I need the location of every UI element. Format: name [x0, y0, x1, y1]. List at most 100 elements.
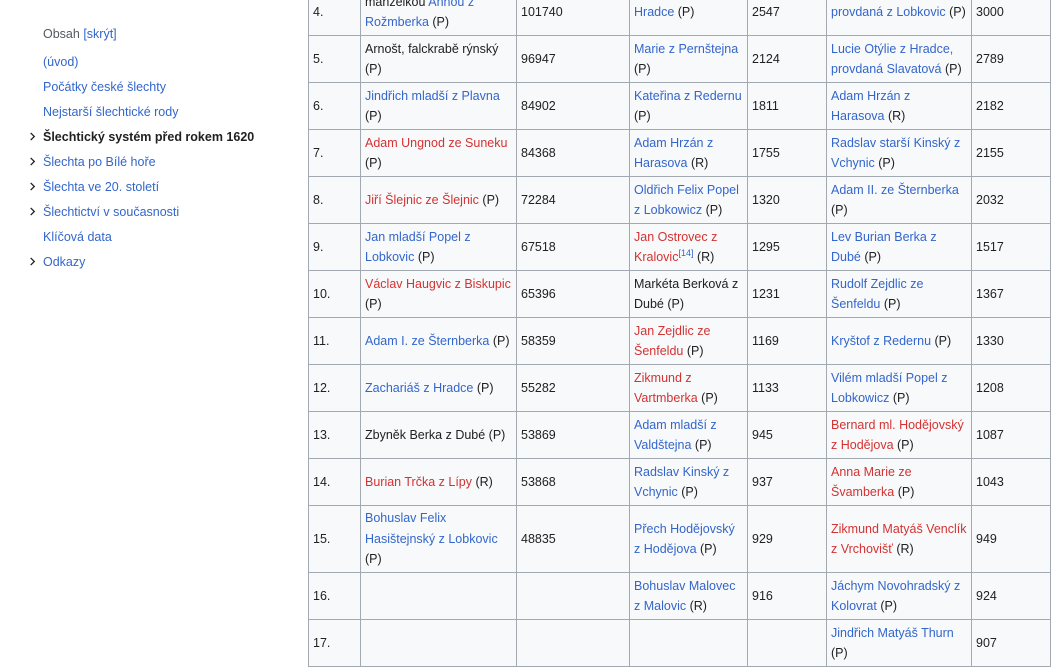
value-cell: 2547: [747, 0, 827, 36]
person-link[interactable]: Bohuslav Malovec z Malovic: [634, 579, 735, 614]
name-text: (P): [674, 4, 695, 19]
rank-cell: 9.: [308, 223, 361, 271]
person-link[interactable]: Jindřich Matyáš Thurn: [831, 626, 954, 640]
name-cell: Rudolf Zejdlic ze Šenfeldu (P): [826, 270, 972, 318]
person-link[interactable]: Oldřich Felix Popel z Lobkowicz: [634, 183, 739, 218]
rank-cell: 5.: [308, 35, 361, 83]
name-text: Zbyněk Berka z Dubé (P): [365, 427, 506, 442]
person-link[interactable]: Marie z Pernštejna: [634, 42, 738, 56]
name-text: (P): [931, 333, 952, 348]
person-link[interactable]: Zikmund z Vartmberka: [634, 371, 698, 406]
person-link[interactable]: Lev Burian Berka z Dubé: [831, 230, 937, 265]
chevron-right-icon[interactable]: [28, 157, 37, 166]
value-cell: 929: [747, 505, 827, 573]
person-link[interactable]: Radslav starší Kinský z Vchynic: [831, 136, 960, 171]
name-cell: Zbyněk Berka z Dubé (P): [360, 411, 517, 459]
person-link[interactable]: Bohuslav Felix Hasištejnský z Lobkovic: [365, 511, 498, 546]
toc-item[interactable]: Počátky české šlechty: [28, 79, 268, 95]
person-link[interactable]: Jindřich mladší z Plavna: [365, 89, 500, 103]
toc-item-label: Šlechta po Bílé hoře: [43, 155, 156, 169]
name-text: (P): [489, 333, 510, 348]
value-cell: 1330: [971, 317, 1051, 365]
person-link[interactable]: Adam I. ze Šternberka: [365, 334, 489, 348]
name-text: (R): [686, 599, 707, 613]
value-cell: [516, 619, 630, 667]
name-text: (P): [634, 62, 651, 76]
name-cell: Jindřich mladší z Plavna (P): [360, 82, 517, 130]
name-cell: [360, 619, 517, 667]
name-cell: provdaná z Lobkovic (P): [826, 0, 972, 36]
name-text: (P): [876, 599, 897, 613]
person-link[interactable]: Adam Ungnod ze Suneku: [365, 136, 507, 150]
chevron-right-icon[interactable]: [28, 182, 37, 191]
toc-item-label: Šlechtictví v současnosti: [43, 205, 180, 219]
toc-item-label: Klíčová data: [43, 230, 112, 244]
toc-item[interactable]: Odkazy: [28, 254, 268, 270]
toc-item[interactable]: Klíčová data: [28, 229, 268, 245]
toc-item[interactable]: Šlechta ve 20. století: [28, 179, 268, 195]
chevron-right-icon[interactable]: [28, 132, 37, 141]
toc-item[interactable]: Šlechtický systém před rokem 1620: [28, 129, 268, 145]
toc-item[interactable]: (úvod): [28, 54, 268, 70]
toc-item[interactable]: Šlechtictví v současnosti: [28, 204, 268, 220]
rank-cell: 14.: [308, 458, 361, 506]
name-cell: Oldřich Felix Popel z Lobkowicz (P): [629, 176, 748, 224]
name-cell: Kateřina z Redernu (P): [629, 82, 748, 130]
rank-cell: 11.: [308, 317, 361, 365]
value-cell: 67518: [516, 223, 630, 271]
name-text: (P): [889, 391, 910, 405]
person-link[interactable]: Jiří Šlejnic ze Šlejnic: [365, 193, 479, 207]
name-cell: Adam Ungnod ze Suneku (P): [360, 129, 517, 177]
person-link[interactable]: Kryštof z Redernu: [831, 334, 931, 348]
name-text: (P): [831, 203, 848, 217]
name-cell: Zikmund Matyáš Venclík z Vrchovišť (R): [826, 505, 972, 573]
person-link[interactable]: Přech Hodějovský z Hodějova: [634, 522, 735, 557]
name-text: (P): [634, 109, 651, 123]
toc-item-label: Nejstarší šlechtické rody: [43, 105, 179, 119]
person-link[interactable]: provdaná z Lobkovic: [831, 5, 946, 19]
table-row: 9. Jan mladší Popel z Lobkovic (P) 67518 Ja…: [308, 223, 1051, 271]
value-cell: 65396: [516, 270, 630, 318]
name-text: (P): [696, 542, 717, 556]
person-link[interactable]: Kateřina z Redernu: [634, 89, 742, 103]
reference-link[interactable]: [14]: [678, 248, 693, 258]
value-cell: 48835: [516, 505, 630, 573]
name-text: (R): [884, 109, 906, 123]
toc-header: Obsah [skrýt]: [28, 27, 268, 41]
name-cell: Radslav Kinský z Vchynic (P): [629, 458, 748, 506]
name-text: manželkou: [365, 0, 429, 9]
chevron-right-icon[interactable]: [28, 257, 37, 266]
value-cell: 1367: [971, 270, 1051, 318]
name-text: (P): [473, 380, 494, 395]
person-link[interactable]: Lucie Otýlie z Hradce, provdaná Slavatov…: [831, 42, 953, 77]
name-text: (R): [472, 474, 493, 489]
chevron-right-icon[interactable]: [28, 207, 37, 216]
name-text: (P): [428, 15, 450, 29]
name-cell: Adam mladší z Valdštejna (P): [629, 411, 748, 459]
person-link[interactable]: Rudolf Zejdlic ze Šenfeldu: [831, 277, 923, 312]
value-cell: 72284: [516, 176, 630, 224]
rank-cell: 12.: [308, 364, 361, 412]
name-cell: Jiří Šlejnic ze Šlejnic (P): [360, 176, 517, 224]
toc-item[interactable]: Nejstarší šlechtické rody: [28, 104, 268, 120]
name-cell: Jan mladší Popel z Lobkovic (P): [360, 223, 517, 271]
person-link[interactable]: Adam II. ze Šternberka: [831, 183, 959, 197]
reference-superscript: [14]: [678, 248, 693, 258]
value-cell: 1231: [747, 270, 827, 318]
nobility-wealth-table-wrapper: 4. manželkou Annou z Rožmberka (P) 101740 H…: [308, 0, 1051, 667]
rank-cell: 10.: [308, 270, 361, 318]
toc-item[interactable]: Šlechta po Bílé hoře: [28, 154, 268, 170]
person-link[interactable]: Václav Haugvic z Biskupic: [365, 277, 511, 291]
name-text: Arnošt, falckrabě rýnský (P): [365, 41, 499, 77]
person-link[interactable]: Zachariáš z Hradce: [365, 381, 473, 395]
person-link[interactable]: Burian Trčka z Lípy: [365, 475, 472, 489]
table-row: 10. Václav Haugvic z Biskupic (P) 65396 Mar…: [308, 270, 1051, 318]
value-cell: 1755: [747, 129, 827, 177]
name-text: (P): [702, 203, 723, 217]
name-text: (P): [945, 4, 966, 19]
toc-item-label: (úvod): [43, 55, 79, 69]
name-text: (P): [478, 192, 500, 207]
toc-hide-toggle[interactable]: [skrýt]: [83, 27, 116, 41]
person-link[interactable]: Hradce: [634, 5, 674, 19]
table-row: 5. Arnošt, falckrabě rýnský (P) 96947 Marie…: [308, 35, 1051, 83]
